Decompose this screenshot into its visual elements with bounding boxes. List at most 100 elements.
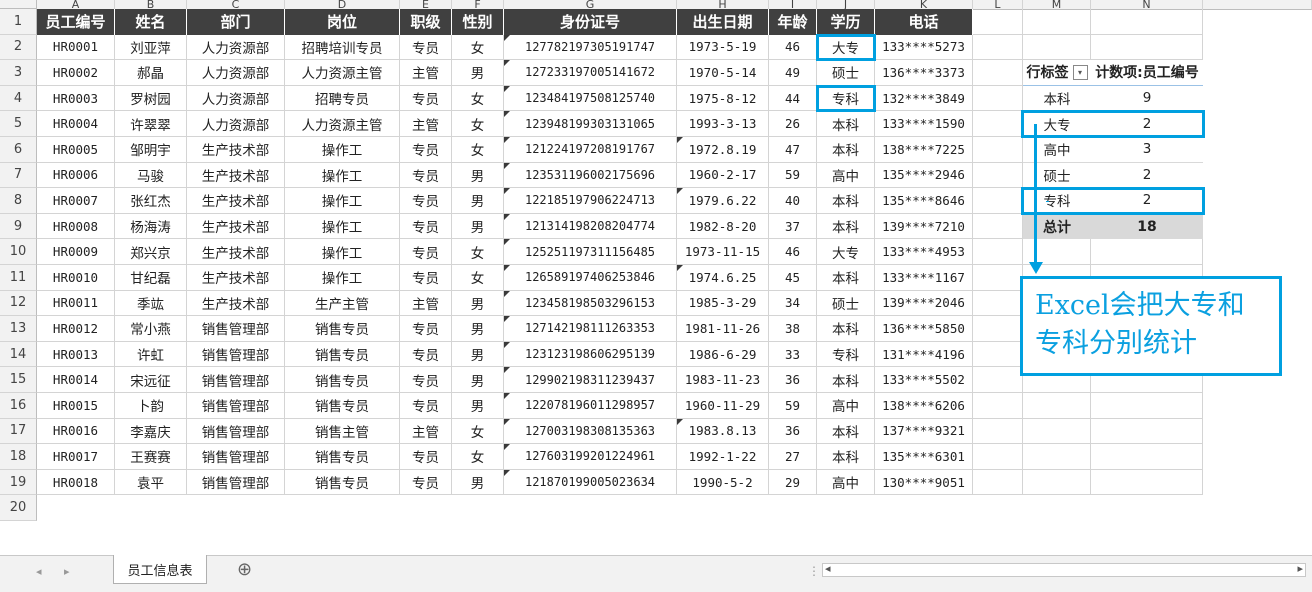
table-header-cell[interactable]: 员工编号 — [37, 9, 115, 35]
table-cell[interactable]: 人力资源主管 — [285, 111, 400, 137]
table-cell[interactable]: 杨海涛 — [115, 213, 187, 240]
table-cell[interactable]: 女 — [452, 418, 504, 445]
table-cell[interactable]: 专员 — [400, 137, 452, 163]
table-cell[interactable]: 133****1590 — [875, 111, 973, 137]
table-cell[interactable]: 人力资源部 — [187, 34, 285, 61]
table-cell[interactable]: 女 — [452, 34, 504, 61]
row-header[interactable]: 19 — [0, 469, 37, 496]
table-cell[interactable]: 销售主管 — [285, 418, 400, 445]
empty-cell[interactable] — [973, 239, 1023, 265]
table-cell[interactable]: HR0009 — [37, 239, 115, 265]
table-cell[interactable]: 人力资源部 — [187, 60, 285, 86]
pivot-row-label-header[interactable]: 行标签 ▾ — [1023, 60, 1091, 86]
table-cell[interactable]: 大专 — [817, 239, 875, 265]
table-cell[interactable]: 专员 — [400, 85, 452, 112]
table-cell[interactable]: 138****6206 — [875, 393, 973, 419]
table-cell[interactable]: 刘亚萍 — [115, 34, 187, 61]
row-header[interactable]: 6 — [0, 137, 37, 163]
table-cell[interactable]: 133****1167 — [875, 265, 973, 291]
scrollbar-left-arrow-icon[interactable]: ◂ — [825, 562, 831, 575]
empty-cell[interactable] — [973, 265, 1023, 291]
table-cell[interactable]: 139****7210 — [875, 213, 973, 240]
table-cell[interactable]: 生产技术部 — [187, 188, 285, 214]
table-cell[interactable]: 生产技术部 — [187, 213, 285, 240]
table-cell[interactable]: 主管 — [400, 111, 452, 137]
table-cell[interactable]: 137****9321 — [875, 418, 973, 445]
table-cell[interactable]: 专员 — [400, 239, 452, 265]
table-cell[interactable]: 专员 — [400, 162, 452, 189]
table-cell[interactable]: 130****9051 — [875, 469, 973, 496]
table-cell[interactable]: 29 — [769, 469, 817, 496]
table-cell[interactable]: 127233197005141672 — [504, 60, 677, 86]
table-cell[interactable]: 宋远征 — [115, 367, 187, 393]
table-cell[interactable]: 27 — [769, 444, 817, 470]
table-cell[interactable]: 125251197311156485 — [504, 239, 677, 265]
table-cell[interactable]: 131****4196 — [875, 341, 973, 368]
table-cell[interactable]: HR0015 — [37, 393, 115, 419]
row-header[interactable]: 11 — [0, 265, 37, 291]
table-cell[interactable]: 罗树园 — [115, 85, 187, 112]
empty-cell[interactable] — [973, 213, 1023, 240]
table-cell[interactable]: 销售管理部 — [187, 444, 285, 470]
table-cell[interactable]: 销售管理部 — [187, 418, 285, 445]
table-cell[interactable]: 139****2046 — [875, 290, 973, 317]
table-cell[interactable]: 操作工 — [285, 213, 400, 240]
table-cell[interactable]: 127142198111263353 — [504, 316, 677, 342]
table-cell[interactable]: HR0017 — [37, 444, 115, 470]
table-cell[interactable]: HR0002 — [37, 60, 115, 86]
table-cell[interactable]: 本科 — [817, 316, 875, 342]
table-cell[interactable]: 男 — [452, 188, 504, 214]
scroll-left-icon[interactable]: ◂ — [36, 565, 42, 578]
table-cell[interactable]: 生产技术部 — [187, 265, 285, 291]
pivot-total-value[interactable]: 18 — [1091, 213, 1203, 240]
table-cell[interactable]: 主管 — [400, 60, 452, 86]
row-header[interactable]: 10 — [0, 239, 37, 265]
table-cell[interactable]: 生产技术部 — [187, 239, 285, 265]
table-cell[interactable]: 李嘉庆 — [115, 418, 187, 445]
tab-splitter-icon[interactable]: ⋮ — [808, 564, 820, 578]
table-cell[interactable]: 卜韵 — [115, 393, 187, 419]
table-cell[interactable]: 123458198503296153 — [504, 290, 677, 317]
table-cell[interactable]: 常小燕 — [115, 316, 187, 342]
table-cell[interactable]: 本科 — [817, 418, 875, 445]
empty-cell[interactable] — [973, 34, 1023, 61]
table-cell[interactable]: 135****8646 — [875, 188, 973, 214]
table-cell[interactable]: 136****3373 — [875, 60, 973, 86]
table-cell[interactable]: 高中 — [817, 469, 875, 496]
table-cell[interactable]: 45 — [769, 265, 817, 291]
table-cell[interactable]: HR0016 — [37, 418, 115, 445]
table-cell[interactable]: 47 — [769, 137, 817, 163]
table-cell[interactable]: 操作工 — [285, 188, 400, 214]
scrollbar-right-arrow-icon[interactable]: ▸ — [1297, 562, 1303, 575]
empty-cell[interactable] — [1091, 444, 1203, 470]
table-cell[interactable]: 专员 — [400, 469, 452, 496]
scroll-right-icon[interactable]: ▸ — [64, 565, 70, 578]
table-cell[interactable]: 生产主管 — [285, 290, 400, 317]
table-cell[interactable]: 1982-8-20 — [677, 213, 769, 240]
table-cell[interactable]: 37 — [769, 213, 817, 240]
table-cell[interactable]: 1983-11-23 — [677, 367, 769, 393]
table-cell[interactable]: 59 — [769, 393, 817, 419]
table-cell[interactable]: HR0012 — [37, 316, 115, 342]
table-cell[interactable]: HR0018 — [37, 469, 115, 496]
table-cell[interactable]: 1983.8.13 — [677, 418, 769, 445]
table-cell[interactable]: 123123198606295139 — [504, 341, 677, 368]
pivot-value-cell[interactable]: 9 — [1091, 86, 1203, 112]
table-cell[interactable]: 36 — [769, 367, 817, 393]
add-sheet-icon[interactable]: ⊕ — [237, 559, 252, 580]
table-cell[interactable]: 主管 — [400, 418, 452, 445]
table-cell[interactable]: 销售管理部 — [187, 469, 285, 496]
table-cell[interactable]: 本科 — [817, 367, 875, 393]
table-cell[interactable]: 123484197508125740 — [504, 85, 677, 112]
table-cell[interactable]: 男 — [452, 341, 504, 368]
table-cell[interactable]: 127782197305191747 — [504, 34, 677, 61]
table-cell[interactable]: 本科 — [817, 444, 875, 470]
table-cell[interactable]: 本科 — [817, 111, 875, 137]
empty-cell[interactable] — [1023, 393, 1091, 419]
table-cell[interactable]: 马骏 — [115, 162, 187, 189]
table-cell[interactable]: HR0005 — [37, 137, 115, 163]
empty-cell[interactable] — [973, 341, 1023, 368]
table-header-cell[interactable]: 身份证号 — [504, 9, 677, 35]
table-cell[interactable]: 122078196011298957 — [504, 393, 677, 419]
table-header-cell[interactable]: 岗位 — [285, 9, 400, 35]
